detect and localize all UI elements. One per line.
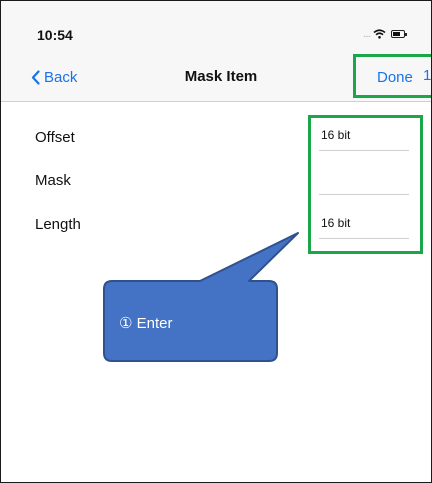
page-title: Mask Item [184,68,258,85]
signal-icon: .... [363,28,371,40]
back-label: Back [44,68,78,86]
back-button[interactable]: Back [31,67,77,87]
status-icons: .... [363,27,408,41]
chevron-left-icon [31,69,40,85]
callout-text: ① Enter [119,315,173,332]
wifi-icon [373,29,386,39]
fields-highlight-box [308,115,423,254]
status-time: 10:54 [37,27,73,43]
app-screenshot: 10:54 .... Back Mask Item Done 1 Offset … [0,0,432,483]
mask-label: Mask [35,172,71,189]
battery-icon [391,30,408,38]
length-label: Length [35,216,81,233]
done-highlight-box [353,54,431,98]
offset-label: Offset [35,129,75,146]
